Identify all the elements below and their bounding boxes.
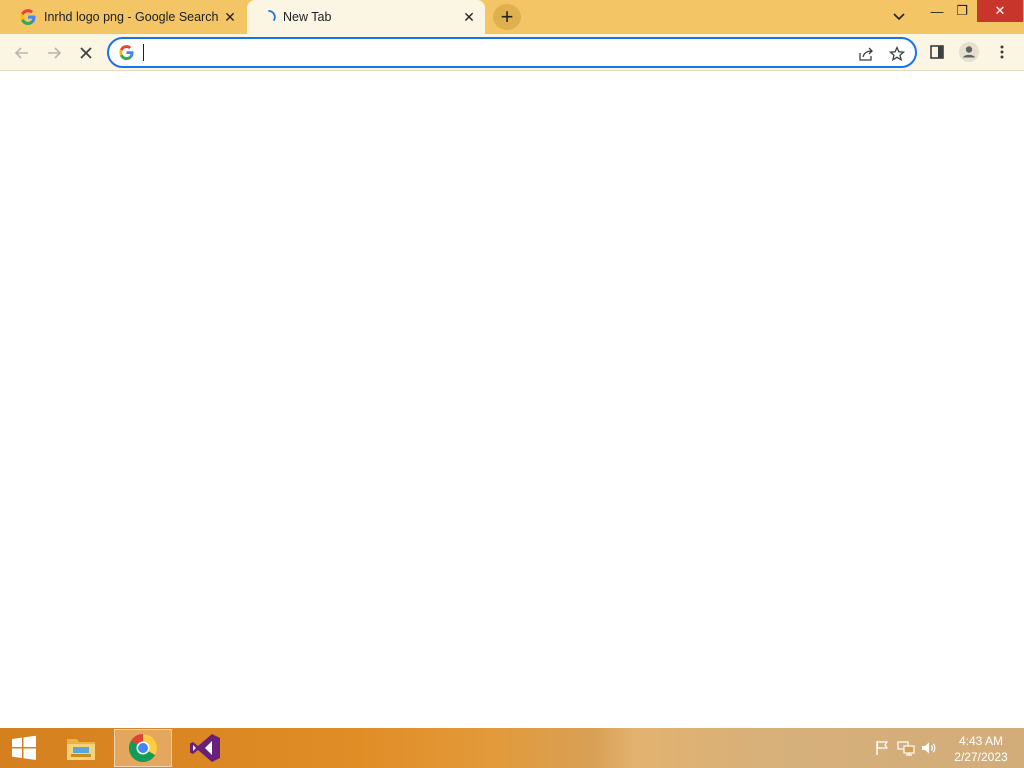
clock-date: 2/27/2023 xyxy=(954,750,1008,764)
new-tab-button[interactable]: + xyxy=(493,4,521,30)
loading-spinner-icon xyxy=(268,10,276,21)
chrome-icon xyxy=(129,734,157,762)
browser-toolbar xyxy=(0,34,1024,71)
share-button[interactable] xyxy=(856,44,876,64)
taskbar-chrome[interactable] xyxy=(114,729,172,767)
start-button[interactable] xyxy=(0,729,48,767)
tab-google-search[interactable]: Inrhd logo png - Google Search ✕ xyxy=(8,0,246,34)
forward-button[interactable] xyxy=(40,39,68,67)
menu-kebab-icon xyxy=(1000,45,1004,59)
taskbar: 4:43 AM 2/27/2023 xyxy=(0,728,1024,768)
taskbar-file-explorer[interactable] xyxy=(52,729,110,767)
address-input[interactable] xyxy=(142,42,842,63)
restore-button[interactable]: ❐ xyxy=(950,0,974,22)
tab-new-tab[interactable]: New Tab ✕ xyxy=(247,0,485,34)
profile-avatar-icon xyxy=(959,42,979,62)
share-icon xyxy=(859,47,873,61)
tab-strip: Inrhd logo png - Google Search ✕ New Tab… xyxy=(0,0,1024,34)
close-icon: ✕ xyxy=(994,3,1006,18)
google-g-icon xyxy=(20,9,36,25)
tab-search-chevron-icon[interactable] xyxy=(890,9,908,25)
chrome-menu-button[interactable] xyxy=(991,41,1013,63)
plus-icon: + xyxy=(500,4,514,29)
bookmark-button[interactable] xyxy=(887,44,907,64)
action-center-flag-icon[interactable] xyxy=(874,740,892,756)
taskbar-visual-studio[interactable] xyxy=(176,729,234,767)
stop-button[interactable] xyxy=(72,39,100,67)
tab-close-icon[interactable]: ✕ xyxy=(222,9,238,25)
minimize-button[interactable]: — xyxy=(925,0,949,22)
tab-close-icon[interactable]: ✕ xyxy=(461,9,477,25)
tab-title: New Tab xyxy=(283,10,332,24)
bookmark-star-icon xyxy=(889,46,905,62)
side-panel-icon xyxy=(930,45,944,59)
network-icon[interactable] xyxy=(897,740,915,756)
stop-loading-icon xyxy=(80,47,92,59)
file-explorer-icon xyxy=(67,739,95,760)
profile-button[interactable] xyxy=(958,41,980,63)
visual-studio-icon xyxy=(190,734,220,762)
start-windows-icon xyxy=(12,735,36,760)
tab-title: Inrhd logo png - Google Search xyxy=(44,10,219,24)
back-button[interactable] xyxy=(8,39,36,67)
system-clock[interactable]: 4:43 AM 2/27/2023 xyxy=(945,733,1017,765)
address-bar[interactable] xyxy=(107,37,917,68)
restore-icon: ❐ xyxy=(956,3,968,18)
clock-time: 4:43 AM xyxy=(958,734,1004,748)
volume-icon[interactable] xyxy=(920,740,938,756)
side-panel-button[interactable] xyxy=(926,41,948,63)
page-content xyxy=(0,71,1024,728)
back-arrow-icon xyxy=(14,47,28,59)
forward-arrow-icon xyxy=(48,47,62,59)
window-close-button[interactable]: ✕ xyxy=(977,0,1023,22)
text-caret xyxy=(143,44,144,61)
minimize-icon: — xyxy=(930,3,944,19)
google-g-icon xyxy=(119,45,134,60)
